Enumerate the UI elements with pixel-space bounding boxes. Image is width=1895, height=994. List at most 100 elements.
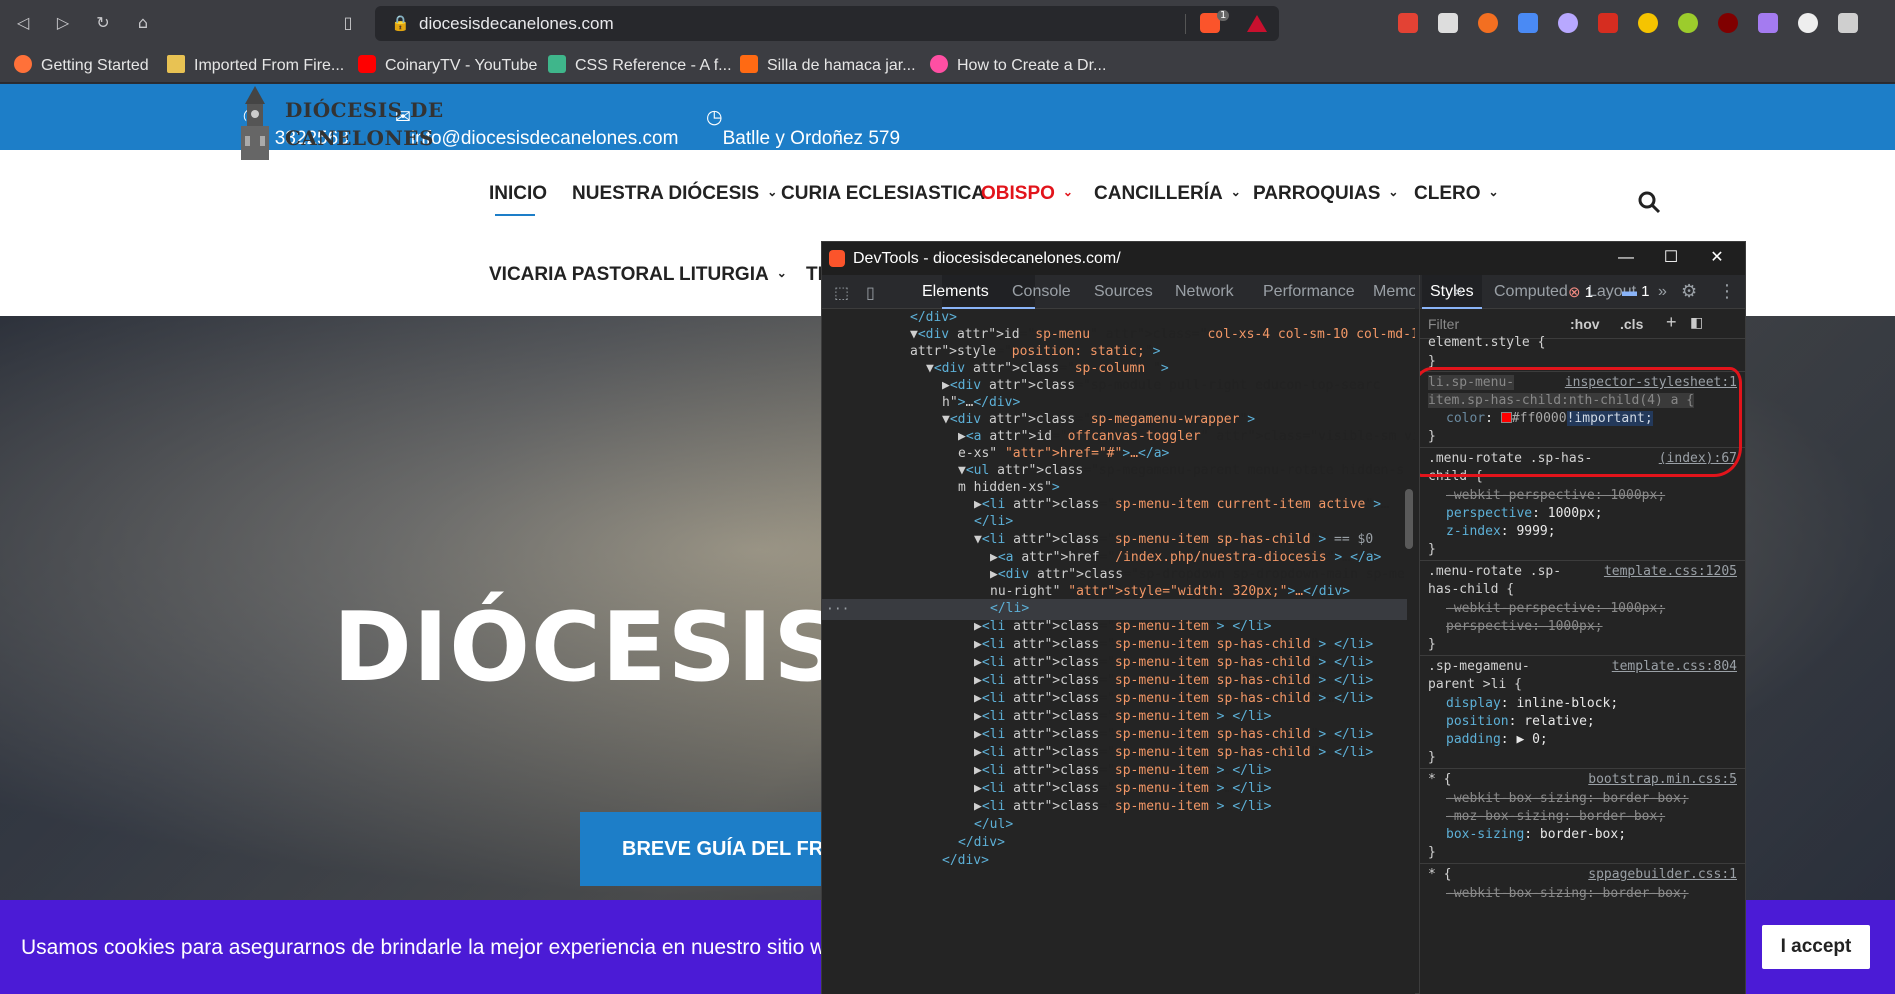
extension-translate-icon[interactable] (1518, 13, 1538, 33)
hero-guide-button[interactable]: BREVE GUÍA DEL FRES (580, 812, 840, 886)
more-devtools-tabs-icon[interactable]: » (1454, 283, 1463, 301)
cathedral-tower-logo-icon[interactable] (233, 86, 277, 162)
more-tabs-icon[interactable]: » (1658, 283, 1667, 301)
message-icon: ▬ (1622, 283, 1637, 300)
style-line[interactable]: } (1428, 635, 1436, 654)
extension-circle-icon[interactable] (1558, 13, 1578, 33)
more-actions-icon[interactable]: ··· (826, 599, 849, 620)
extensions-puzzle-icon[interactable] (1838, 13, 1858, 33)
more-options-icon[interactable]: ⋮ (1718, 281, 1736, 302)
style-line[interactable]: -webkit-perspective: 1000px; (1446, 486, 1665, 505)
style-line[interactable]: padding: ▶ 0; (1446, 730, 1548, 749)
style-line[interactable]: perspective: 1000px; (1446, 617, 1603, 636)
menu-parroquias[interactable]: PARROQUIAS ⌄ (1253, 183, 1398, 205)
extension-pin-icon[interactable] (1398, 13, 1418, 33)
menu-vicaria[interactable]: VICARIA PASTORAL (489, 264, 674, 286)
home-icon[interactable]: ⌂ (132, 12, 154, 34)
extension-pen-icon[interactable] (1758, 13, 1778, 33)
forward-icon[interactable]: ▷ (52, 12, 74, 34)
style-line[interactable]: -webkit-box-sizing: border-box; (1446, 789, 1689, 808)
style-line[interactable]: has-child { (1428, 580, 1514, 599)
bookmark-icon[interactable]: ▯ (337, 12, 359, 34)
inspect-element-icon[interactable]: ⬚ (834, 283, 849, 302)
maximize-icon[interactable]: ☐ (1648, 246, 1694, 270)
bookmark-how-to-create[interactable]: How to Create a Dr... (930, 55, 1106, 75)
tab-elements[interactable]: Elements (922, 283, 989, 301)
dom-line[interactable]: ▶<li attr">class="sp-menu-item current-i… (974, 494, 1389, 515)
tab-memory[interactable]: Memory (1373, 283, 1415, 301)
youtube-icon (358, 55, 376, 73)
close-icon[interactable]: ✕ (1694, 246, 1740, 270)
style-line[interactable]: .sp-megamenu- (1428, 657, 1530, 676)
menu-clero[interactable]: CLERO ⌄ (1414, 183, 1499, 205)
extension-shield-icon[interactable] (1598, 13, 1618, 33)
new-rule-icon[interactable]: + (1666, 312, 1677, 333)
settings-gear-icon[interactable]: ⚙ (1681, 281, 1697, 302)
extension-w-icon[interactable] (1638, 13, 1658, 33)
extension-ip-icon[interactable] (1798, 13, 1818, 33)
site-logo-text[interactable]: DIÓCESIS DE CANELONES (285, 96, 444, 152)
bookmark-imported[interactable]: Imported From Fire... (167, 55, 344, 75)
menu-cancilleria[interactable]: CANCILLERÍA ⌄ (1094, 183, 1241, 205)
style-line[interactable]: element.style { (1428, 333, 1545, 352)
style-line[interactable]: -webkit-perspective: 1000px; (1446, 599, 1665, 618)
back-icon[interactable]: ◁ (12, 12, 34, 34)
style-line[interactable]: perspective: 1000px; (1446, 504, 1603, 523)
style-line[interactable]: display: inline-block; (1446, 694, 1618, 713)
style-line[interactable]: } (1428, 748, 1436, 767)
extension-plus-icon[interactable] (1678, 13, 1698, 33)
style-source-link[interactable]: template.css:804 (1612, 657, 1737, 676)
reload-icon[interactable]: ↻ (92, 12, 114, 34)
extension-window-icon[interactable] (1438, 13, 1458, 33)
style-line[interactable]: .menu-rotate .sp- (1428, 562, 1561, 581)
style-source-link[interactable]: template.css:1205 (1604, 562, 1737, 581)
style-line[interactable]: } (1428, 540, 1436, 559)
style-line[interactable]: -moz-box-sizing: border-box; (1446, 807, 1665, 826)
style-line[interactable]: -webkit-box-sizing: border-box; (1446, 884, 1689, 903)
filter-input[interactable]: Filter (1428, 316, 1459, 332)
style-line[interactable]: * { (1428, 770, 1451, 789)
hov-toggle[interactable]: :hov (1570, 316, 1600, 332)
device-toolbar-icon[interactable]: ▯ (866, 283, 875, 302)
tab-computed[interactable]: Computed (1494, 283, 1568, 301)
bookmark-silla-hamaca[interactable]: Silla de hamaca jar... (740, 55, 916, 75)
bookmark-css-reference[interactable]: CSS Reference - A f... (548, 55, 732, 75)
selected-node-marker: == $0 (1326, 532, 1374, 547)
message-counter[interactable]: ▬ 1 (1622, 283, 1650, 300)
menu-inicio[interactable]: INICIO (489, 183, 547, 205)
dom-line[interactable]: ▶<li attr">class="sp-menu-item">…</li> (974, 796, 1271, 817)
error-counter[interactable]: ⊗ 1 (1568, 283, 1593, 301)
tab-performance[interactable]: Performance (1263, 283, 1355, 301)
extension-fox-icon[interactable] (1478, 13, 1498, 33)
menu-curia[interactable]: CURIA ECLESIASTICA (781, 183, 985, 205)
menu-nuestra-diocesis[interactable]: NUESTRA DIÓCESIS ⌄ (572, 183, 777, 205)
style-line[interactable]: position: relative; (1446, 712, 1595, 731)
tab-sources[interactable]: Sources (1094, 283, 1153, 301)
dom-line[interactable]: nu-right" "attr">style="width: 320px;">…… (990, 581, 1350, 602)
style-line[interactable]: } (1428, 843, 1436, 862)
style-line[interactable]: z-index: 9999; (1446, 522, 1556, 541)
accept-cookies-button[interactable]: I accept (1762, 925, 1870, 969)
search-icon[interactable] (1637, 190, 1661, 214)
elements-scrollbar[interactable] (1405, 489, 1413, 549)
tab-network[interactable]: Network (1175, 283, 1234, 301)
brave-rewards-icon[interactable] (1247, 15, 1267, 32)
style-line[interactable]: parent >li { (1428, 675, 1522, 694)
address-bar[interactable]: 🔒 diocesisdecanelones.com 1 (375, 6, 1279, 41)
cls-toggle[interactable]: .cls (1620, 316, 1643, 332)
bookmark-getting-started[interactable]: Getting Started (14, 55, 149, 75)
style-line[interactable]: box-sizing: border-box; (1446, 825, 1626, 844)
extension-ublock-icon[interactable] (1718, 13, 1738, 33)
style-source-link[interactable]: sppagebuilder.css:1 (1588, 865, 1737, 884)
tab-styles[interactable]: Styles (1430, 283, 1474, 301)
tab-console[interactable]: Console (1012, 283, 1071, 301)
minimize-icon[interactable]: — (1603, 246, 1649, 270)
style-line[interactable]: * { (1428, 865, 1451, 884)
toggle-sidebar-icon[interactable]: ◧ (1690, 314, 1703, 331)
menu-label: CANCILLERÍA (1094, 183, 1223, 204)
style-source-link[interactable]: bootstrap.min.css:5 (1588, 770, 1737, 789)
menu-obispo[interactable]: OBISPO ⌄ (981, 183, 1073, 205)
dom-line[interactable]: </div> (942, 850, 989, 871)
menu-liturgia[interactable]: LITURGIA ⌄ (679, 264, 787, 286)
bookmark-coinarytv[interactable]: CoinaryTV - YouTube (358, 55, 537, 75)
